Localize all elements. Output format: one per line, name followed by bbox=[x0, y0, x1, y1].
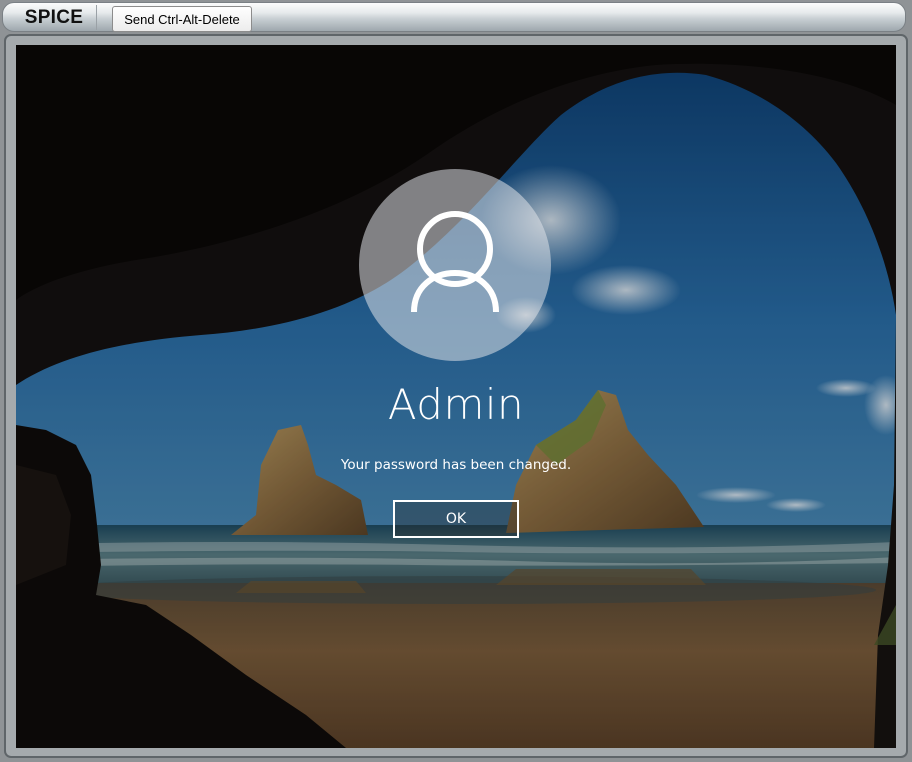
password-changed-message: Your password has been changed. bbox=[340, 457, 572, 473]
user-icon bbox=[411, 211, 499, 313]
username-label: Admin bbox=[387, 380, 525, 429]
remote-screen[interactable]: Admin Your password has been changed. OK bbox=[16, 45, 896, 748]
spice-toolbar: SPICE Send Ctrl-Alt-Delete bbox=[2, 2, 906, 32]
app-title: SPICE bbox=[24, 7, 84, 28]
toolbar-divider bbox=[96, 5, 97, 30]
user-avatar bbox=[359, 169, 551, 361]
send-ctrl-alt-delete-button[interactable]: Send Ctrl-Alt-Delete bbox=[112, 6, 252, 32]
ok-button[interactable]: OK bbox=[393, 500, 519, 538]
